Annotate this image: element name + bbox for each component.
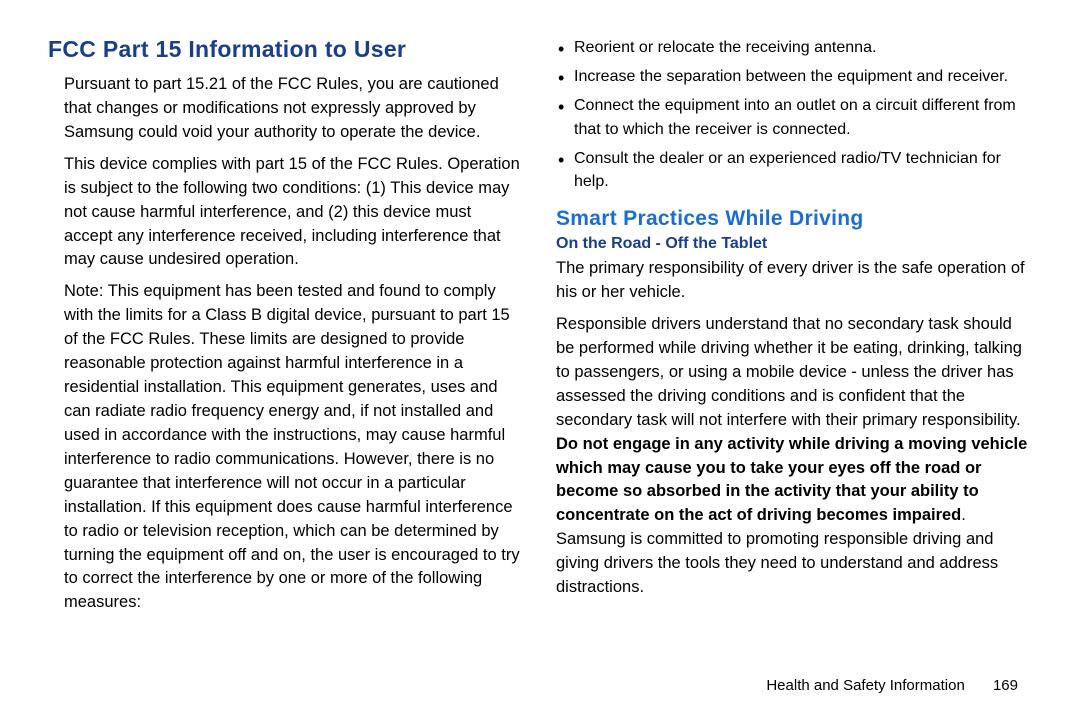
driving-paragraph-1: The primary responsibility of every driv… bbox=[556, 257, 1032, 305]
driving-text-a: Responsible drivers understand that no s… bbox=[556, 315, 1022, 429]
smart-practices-heading: Smart Practices While Driving bbox=[556, 207, 1032, 231]
on-road-subheading: On the Road - Off the Tablet bbox=[556, 235, 1032, 253]
page-footer: Health and Safety Information 169 bbox=[766, 677, 1018, 694]
driving-bold-text: Do not engage in any activity while driv… bbox=[556, 435, 1027, 525]
list-item: Connect the equipment into an outlet on … bbox=[556, 94, 1032, 140]
measures-list: Reorient or relocate the receiving anten… bbox=[556, 36, 1032, 193]
page-number: 169 bbox=[993, 677, 1018, 694]
list-item: Consult the dealer or an experienced rad… bbox=[556, 147, 1032, 193]
right-column: Reorient or relocate the receiving anten… bbox=[556, 36, 1032, 646]
fcc-paragraph-3: Note: This equipment has been tested and… bbox=[64, 280, 524, 615]
footer-section-title: Health and Safety Information bbox=[766, 677, 964, 694]
driving-paragraph-2: Responsible drivers understand that no s… bbox=[556, 313, 1032, 600]
fcc-paragraph-2: This device complies with part 15 of the… bbox=[64, 153, 524, 273]
list-item: Increase the separation between the equi… bbox=[556, 65, 1032, 88]
fcc-paragraph-1: Pursuant to part 15.21 of the FCC Rules,… bbox=[64, 73, 524, 145]
list-item: Reorient or relocate the receiving anten… bbox=[556, 36, 1032, 59]
fcc-heading: FCC Part 15 Information to User bbox=[48, 36, 524, 63]
left-column: FCC Part 15 Information to User Pursuant… bbox=[48, 36, 524, 646]
